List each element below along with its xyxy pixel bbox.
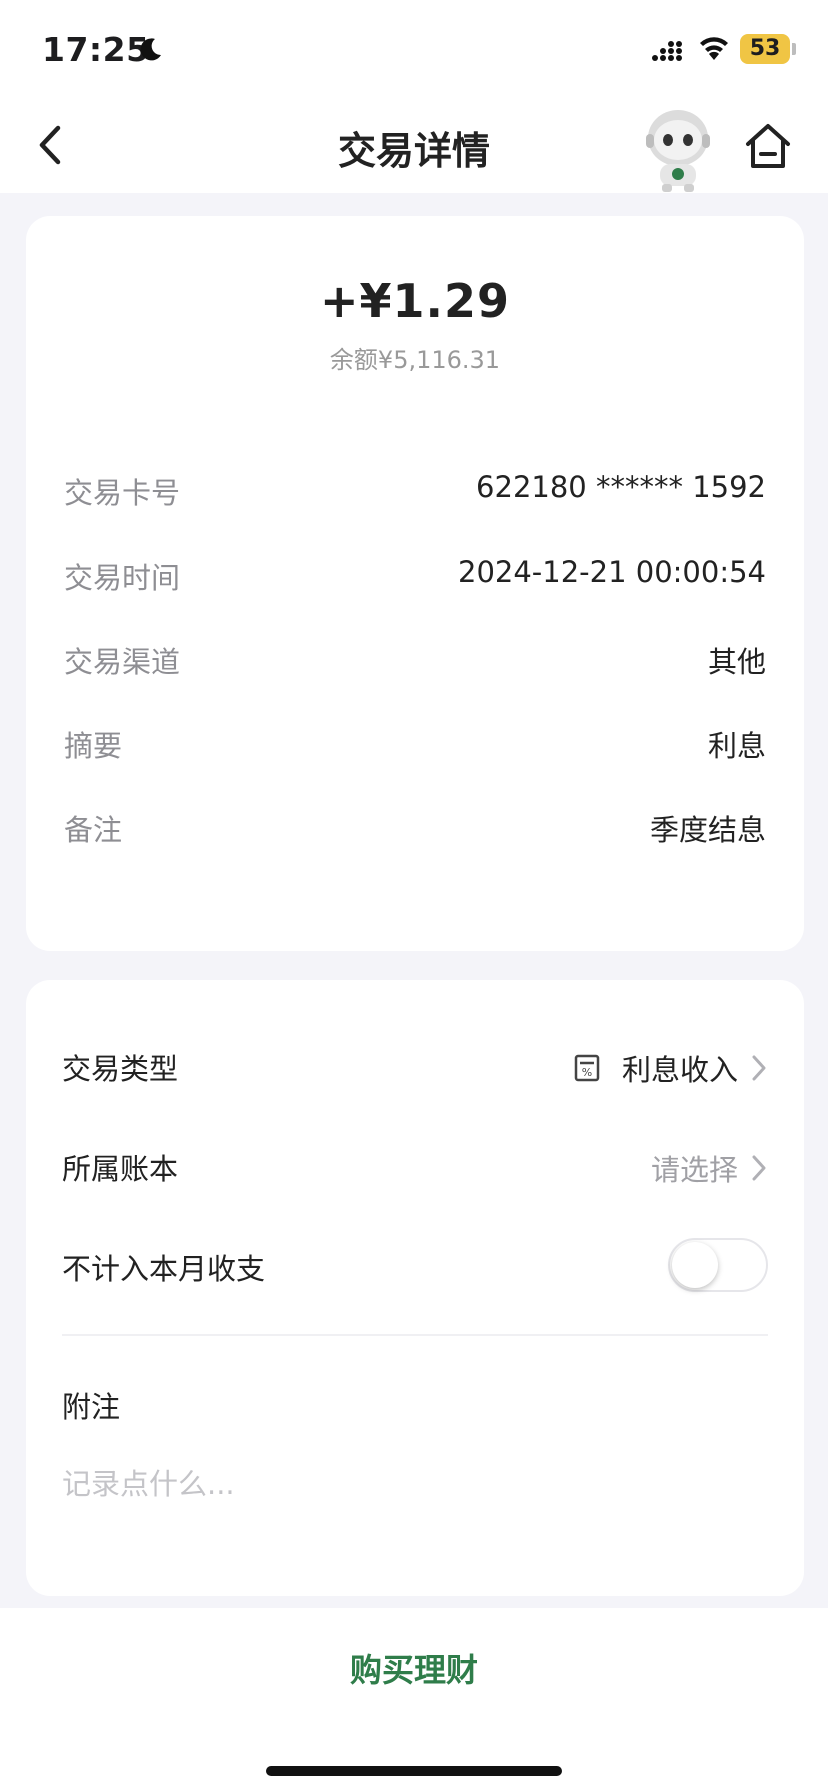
ledger-row[interactable]: 所属账本 请选择 [62,1146,768,1190]
bottom-bar: 购买理财 [0,1608,828,1792]
info-row-time: 交易时间 2024-12-21 00:00:54 [64,555,766,595]
info-label: 交易时间 [64,561,181,595]
divider [62,1334,768,1336]
exclude-month-row: 不计入本月收支 [62,1238,768,1292]
cellular-signal-icon [652,41,682,61]
info-row-channel: 交易渠道 其他 [64,639,766,679]
transaction-type-label: 交易类型 [62,1052,179,1086]
exclude-month-label: 不计入本月收支 [62,1252,266,1286]
info-row-card-number: 交易卡号 622180 ****** 1592 [64,470,766,510]
robot-mascot-icon[interactable] [640,104,716,192]
battery-cap [792,43,796,55]
wifi-icon [700,37,728,60]
info-row-summary: 摘要 利息 [64,723,766,763]
transaction-type-row[interactable]: 交易类型 % 利息收入 [62,1046,768,1090]
chevron-right-icon [752,1055,766,1081]
chevron-right-icon [752,1155,766,1181]
info-label: 备注 [64,813,123,847]
note-input[interactable] [62,1462,768,1506]
ledger-value: 请选择 [650,1153,738,1187]
transaction-detail-page: 17:25 53 交易详情 +¥1.29 余额¥5,116.31 交易卡号 62… [0,0,828,1792]
note-label: 附注 [62,1390,121,1424]
transaction-summary-card: +¥1.29 余额¥5,116.31 交易卡号 622180 ****** 15… [26,216,804,951]
moon-icon [140,38,161,61]
buy-wealth-button[interactable]: 购买理财 [264,1640,564,1700]
nav-bar: 交易详情 [0,100,828,193]
status-time: 17:25 [42,30,150,69]
calculator-icon: % [574,1054,600,1082]
home-indicator[interactable] [266,1766,562,1776]
svg-text:%: % [582,1066,592,1079]
transaction-amount: +¥1.29 [319,274,511,328]
battery-level: 53 [749,36,781,61]
info-row-remark: 备注 季度结息 [64,807,766,847]
header-area: 17:25 53 交易详情 [0,0,828,193]
toggle-knob [672,1242,718,1288]
info-value: 2024-12-21 00:00:54 [458,555,766,589]
transaction-settings-card: 交易类型 % 利息收入 所属账本 请选择 不计入本月收支 附注 记录点什么... [26,980,804,1596]
exclude-month-toggle[interactable] [668,1238,768,1292]
info-value: 季度结息 [649,813,766,847]
transaction-type-value: 利息收入 [621,1053,738,1087]
info-label: 交易卡号 [64,476,181,510]
info-value: 622180 ****** 1592 [476,470,766,504]
ledger-selector[interactable]: 请选择 [651,1146,768,1190]
info-label: 摘要 [64,729,123,763]
status-bar: 17:25 53 [0,0,828,100]
transaction-type-selector[interactable]: % 利息收入 [574,1046,768,1090]
info-value: 其他 [707,645,766,679]
home-icon[interactable] [742,120,794,172]
balance-text: 余额¥5,116.31 [329,346,501,374]
ledger-label: 所属账本 [62,1152,179,1186]
info-label: 交易渠道 [64,645,181,679]
info-value: 利息 [707,729,766,763]
